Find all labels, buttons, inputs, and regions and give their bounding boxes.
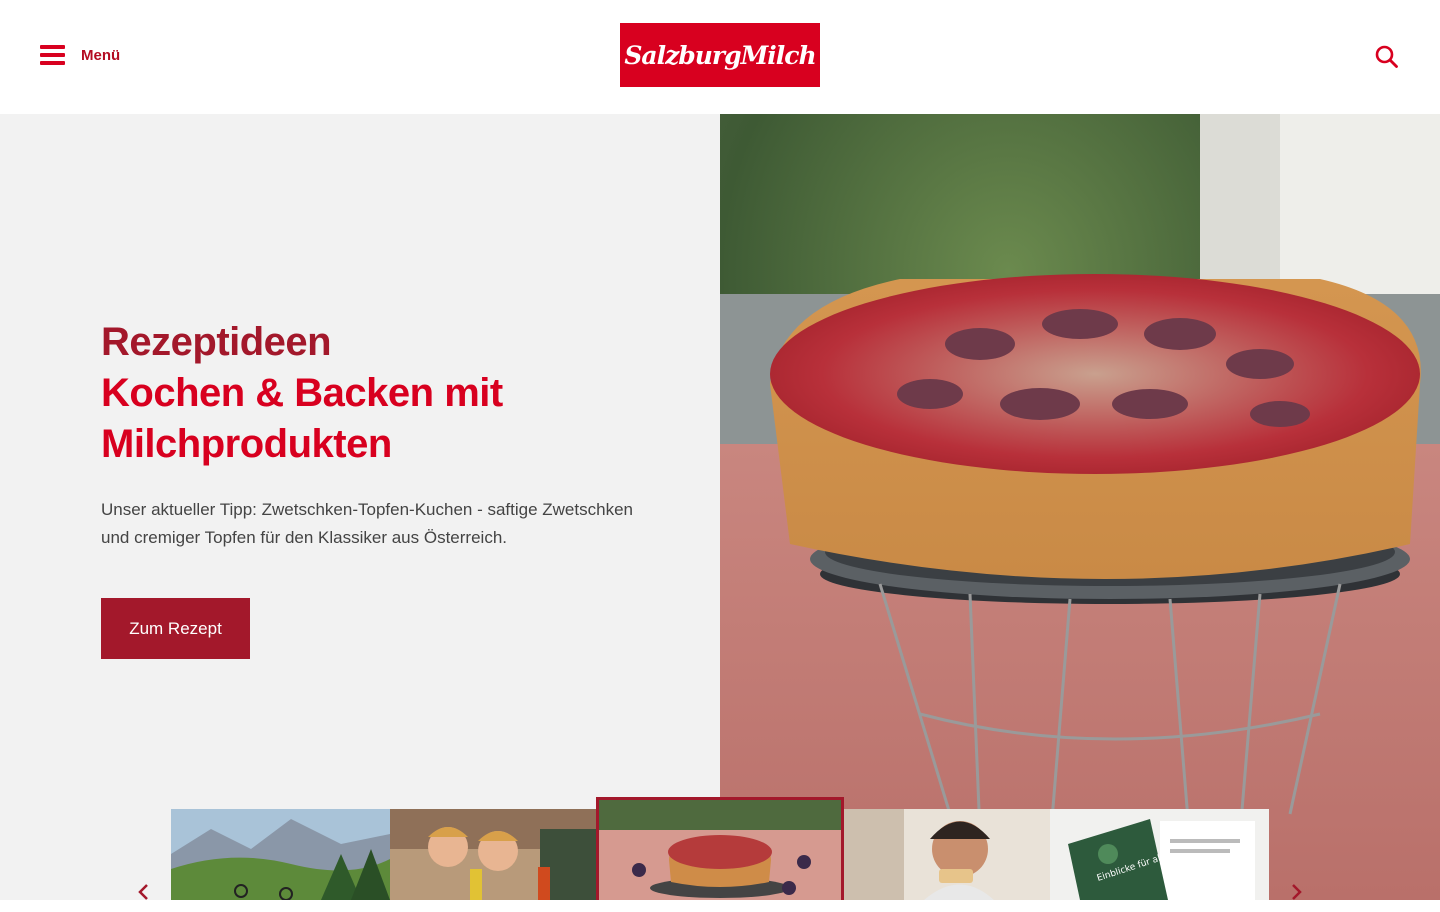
carousel-thumb-boys-drinks[interactable] — [390, 809, 596, 900]
carousel-thumb-mountain-bikers[interactable] — [171, 809, 390, 900]
hero-title-line1: Rezeptideen — [101, 320, 332, 364]
hero-carousel: Einblicke für alle — [0, 797, 1440, 900]
hero-description: Unser aktueller Tipp: Zwetschken-Topfen-… — [101, 500, 633, 547]
hamburger-icon — [40, 45, 65, 65]
carousel-thumb-man-eating[interactable] — [844, 809, 1050, 900]
menu-label: Menü — [81, 46, 121, 64]
zum-rezept-button[interactable]: Zum Rezept — [101, 598, 250, 659]
carousel-next-button[interactable] — [1282, 877, 1312, 907]
search-icon — [1375, 45, 1398, 68]
site-header: Menü SalzburgMilch — [0, 0, 1440, 114]
carousel-prev-button[interactable] — [128, 877, 158, 907]
hero-title-line2: Kochen & Backen mit Milchprodukten — [101, 371, 503, 466]
hero-image-plum-cake — [720, 114, 1440, 900]
menu-button[interactable]: Menü — [40, 42, 120, 68]
salzburgmilch-logo[interactable]: SalzburgMilch — [620, 23, 820, 87]
carousel-thumb-brochure[interactable]: Einblicke für alle — [1050, 809, 1269, 900]
chevron-right-icon — [1292, 884, 1302, 900]
logo-text: SalzburgMilch — [624, 40, 816, 70]
search-button[interactable] — [1374, 44, 1400, 70]
hero-title: Rezeptideen Kochen & Backen mit Milchpro… — [101, 317, 701, 470]
carousel-thumb-plum-cake[interactable] — [596, 797, 844, 900]
chevron-left-icon — [138, 884, 148, 900]
